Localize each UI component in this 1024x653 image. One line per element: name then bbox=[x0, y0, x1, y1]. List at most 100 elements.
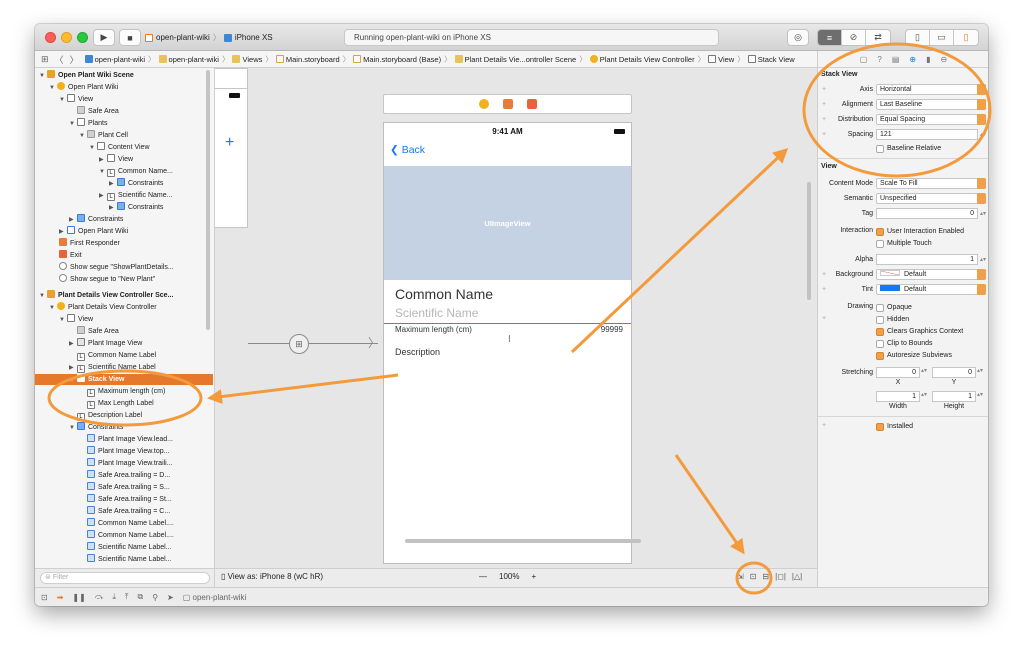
view-as-device-button[interactable]: ▯ View as: iPhone 8 (wC hR) bbox=[221, 572, 323, 581]
content-mode-popup[interactable]: Scale To Fill bbox=[876, 178, 986, 189]
plant-details-scene[interactable]: 9:41 AM ❮ Back UIImageView Common Name S… bbox=[383, 122, 632, 564]
stepper-icon[interactable]: ▴▾ bbox=[977, 367, 983, 374]
previous-scene[interactable]: + bbox=[215, 88, 248, 228]
outline-row[interactable]: ▼ View bbox=[35, 314, 213, 325]
outline-row[interactable]: ▼ Content View bbox=[35, 142, 213, 153]
stretch-y-field[interactable]: 0 bbox=[932, 367, 976, 378]
stretch-height-field[interactable]: 1 bbox=[932, 391, 976, 402]
outline-row[interactable]: Safe Area.trailing = D... bbox=[35, 470, 213, 481]
location-icon[interactable]: ➤ bbox=[167, 593, 174, 602]
breadcrumb-views[interactable]: Views bbox=[232, 55, 262, 64]
scheme-selector[interactable]: open-plant-wiki 〉 iPhone XS bbox=[145, 29, 273, 46]
outline-row[interactable]: ▶ Constraints bbox=[35, 214, 213, 225]
update-frames-icon[interactable]: ⇲ bbox=[737, 572, 744, 581]
zoom-in-button[interactable]: + bbox=[531, 572, 536, 581]
outline-row[interactable]: ▼ View bbox=[35, 94, 213, 105]
outline-row[interactable]: ▼ Plant Cell bbox=[35, 130, 213, 141]
outline-row[interactable]: ▶ L Scientific Name Label bbox=[35, 362, 213, 373]
outline-row[interactable]: ▼ Plants bbox=[35, 118, 213, 129]
step-over-icon[interactable]: ⤼ bbox=[95, 592, 104, 602]
help-inspector-icon[interactable]: ? bbox=[877, 55, 881, 64]
back-arrow-icon[interactable]: 〈 bbox=[55, 53, 64, 66]
stepper-icon[interactable]: ▴▾ bbox=[980, 129, 986, 141]
exit-icon[interactable] bbox=[526, 99, 537, 109]
step-out-icon[interactable]: ⤒ bbox=[125, 592, 129, 602]
outline-row[interactable]: Common Name Label.... bbox=[35, 530, 213, 541]
stepper-icon[interactable]: ▴▾ bbox=[977, 391, 983, 398]
outline-row[interactable]: ▶ Constraints bbox=[35, 178, 213, 189]
autoresize-checkbox[interactable]: Autoresize Subviews bbox=[876, 350, 952, 362]
connections-inspector-icon[interactable]: ⊖ bbox=[940, 55, 947, 64]
outline-row[interactable]: ▼ L Common Name... bbox=[35, 166, 213, 177]
panel-toggle-control[interactable]: ▯ ▭ ▯ bbox=[905, 29, 979, 46]
pause-icon[interactable]: ❚❚ bbox=[72, 593, 85, 602]
align-icon[interactable]: ⊟ bbox=[762, 572, 769, 581]
outline-row[interactable]: Scientific Name Label... bbox=[35, 542, 213, 553]
breadcrumb-view[interactable]: View bbox=[708, 55, 734, 64]
common-name-label[interactable]: Common Name bbox=[395, 286, 493, 302]
outline-row[interactable]: Exit bbox=[35, 250, 213, 261]
outline-row[interactable]: L Description Label bbox=[35, 410, 213, 421]
alignment-popup[interactable]: Last Baseline bbox=[876, 99, 986, 110]
description-label[interactable]: Description bbox=[395, 347, 440, 357]
plant-image-view[interactable]: UIImageView bbox=[384, 166, 631, 280]
outline-row[interactable]: Plant Image View.lead... bbox=[35, 434, 213, 445]
back-button[interactable]: ❮ Back bbox=[390, 144, 425, 156]
breadcrumb-stack-view[interactable]: Stack View bbox=[747, 55, 795, 64]
outline-row[interactable]: Show segue "ShowPlantDetails... bbox=[35, 262, 213, 273]
outline-row[interactable]: ▶ L Scientific Name... bbox=[35, 190, 213, 201]
max-length-value-label[interactable]: 99999 bbox=[601, 325, 623, 334]
file-inspector-icon[interactable]: ▢ bbox=[860, 55, 868, 64]
maximum-length-label[interactable]: Maximum length (cm) bbox=[395, 325, 472, 334]
outline-row[interactable]: Scientific Name Label... bbox=[35, 554, 213, 565]
multiple-touch-checkbox[interactable]: Multiple Touch bbox=[876, 238, 932, 250]
tag-field[interactable]: 0 bbox=[876, 208, 978, 219]
outline-row[interactable]: L Common Name Label bbox=[35, 350, 213, 361]
outline-row[interactable]: ▼ Plant Details View Controller Sce... bbox=[35, 290, 213, 301]
installed-checkbox[interactable]: Installed bbox=[876, 421, 913, 433]
outline-row[interactable]: ▼ Constraints bbox=[35, 422, 213, 433]
outline-row[interactable]: Plant Image View.top... bbox=[35, 446, 213, 457]
stop-button[interactable]: ■ bbox=[119, 29, 141, 46]
semantic-popup[interactable]: Unspecified bbox=[876, 193, 986, 204]
minimize-window-button[interactable] bbox=[61, 32, 72, 43]
pin-icon[interactable]: |◻| bbox=[775, 572, 786, 581]
storyboard-canvas[interactable]: + ⊞ 〉 9:41 AM ❮ Back UIImageView Common … bbox=[215, 68, 817, 568]
assistant-editor-icon[interactable]: ⊘ bbox=[842, 30, 866, 45]
add-plant-button[interactable]: + bbox=[225, 135, 234, 151]
breakpoints-toggle-icon[interactable]: ➡ bbox=[57, 593, 64, 602]
size-inspector-icon[interactable]: ▮ bbox=[926, 55, 930, 64]
debug-area-toggle-icon[interactable]: ⊡ bbox=[41, 593, 48, 602]
version-editor-icon[interactable]: ⇄ bbox=[866, 30, 890, 45]
outline-row[interactable]: ▶ View bbox=[35, 154, 213, 165]
outline-row[interactable]: ▶ Constraints bbox=[35, 202, 213, 213]
tint-color-popup[interactable]: Default bbox=[876, 284, 986, 295]
segue-icon[interactable]: ⊞ bbox=[289, 334, 309, 354]
resolve-issues-icon[interactable]: |△| bbox=[792, 572, 802, 581]
standard-editor-icon[interactable]: ≡ bbox=[818, 30, 842, 45]
stepper-icon[interactable]: ▴▾ bbox=[921, 367, 927, 374]
outline-row[interactable]: First Responder bbox=[35, 238, 213, 249]
inspector-toggle-icon[interactable]: ▯ bbox=[954, 30, 978, 45]
stretch-x-field[interactable]: 0 bbox=[876, 367, 920, 378]
outline-row[interactable]: Common Name Label.... bbox=[35, 518, 213, 529]
outline-row[interactable]: L Max Length Label bbox=[35, 398, 213, 409]
navigator-toggle-icon[interactable]: ▯ bbox=[906, 30, 930, 45]
outline-row[interactable]: Plant Image View.traili... bbox=[35, 458, 213, 469]
first-responder-icon[interactable] bbox=[502, 99, 513, 109]
alpha-field[interactable]: 1 bbox=[876, 254, 978, 265]
breadcrumb-group[interactable]: open-plant-wiki bbox=[158, 55, 219, 64]
view-debugger-icon[interactable]: ⧉ bbox=[137, 592, 143, 602]
outline-row[interactable]: ▶ Open Plant Wiki bbox=[35, 226, 213, 237]
related-items-icon[interactable]: ⊞ bbox=[41, 54, 49, 65]
scientific-name-label[interactable]: Scientific Name bbox=[395, 306, 478, 320]
breadcrumb-view-controller[interactable]: Plant Details View Controller bbox=[589, 55, 695, 64]
attributes-inspector-icon[interactable]: ⊕ bbox=[909, 55, 916, 64]
breadcrumb-scene[interactable]: Plant Details Vie...ontroller Scene bbox=[454, 55, 576, 64]
embed-in-stack-icon[interactable]: ⊡ bbox=[750, 572, 757, 581]
outline-row[interactable]: ▼ Open Plant Wiki Scene bbox=[35, 70, 213, 81]
identity-inspector-icon[interactable]: ▤ bbox=[892, 55, 900, 64]
step-into-icon[interactable]: ⤓ bbox=[112, 592, 116, 602]
view-controller-icon[interactable] bbox=[478, 99, 489, 109]
outline-row[interactable]: Safe Area bbox=[35, 106, 213, 117]
